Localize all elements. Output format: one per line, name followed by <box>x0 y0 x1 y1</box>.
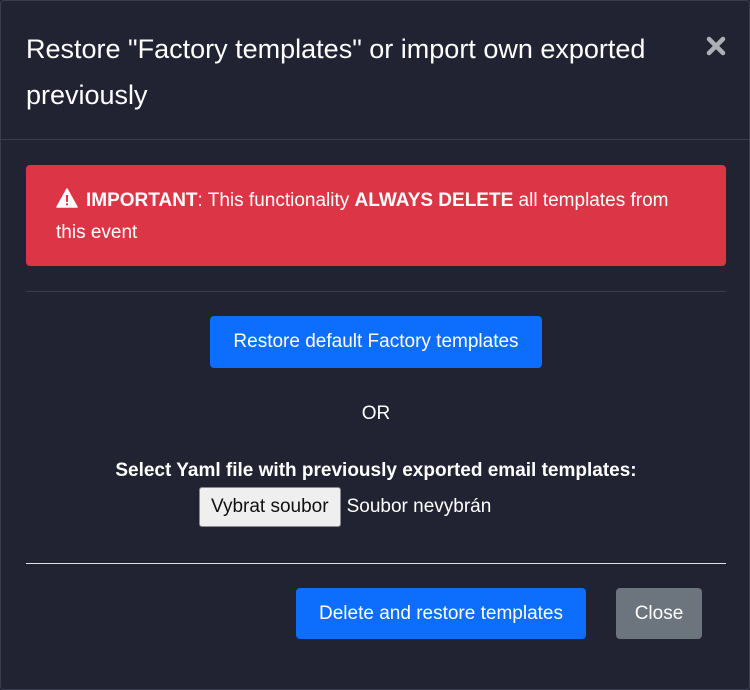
choose-file-button[interactable]: Vybrat soubor <box>199 487 341 527</box>
close-button[interactable]: Close <box>616 588 702 639</box>
section-divider <box>26 291 726 292</box>
important-label: IMPORTANT <box>86 190 198 211</box>
alert-emphasis: ALWAYS DELETE <box>354 190 514 211</box>
close-x-icon[interactable] <box>701 31 731 61</box>
footer-divider <box>26 563 726 564</box>
modal-header: Restore "Factory templates" or import ow… <box>1 1 749 140</box>
delete-and-restore-templates-button[interactable]: Delete and restore templates <box>296 588 586 639</box>
restore-default-factory-templates-button[interactable]: Restore default Factory templates <box>210 316 542 368</box>
or-separator-text: OR <box>361 403 391 424</box>
modal-title: Restore "Factory templates" or import ow… <box>26 34 646 110</box>
alert-text-1: : This functionality <box>197 190 355 211</box>
restore-templates-modal: Restore "Factory templates" or import ow… <box>0 0 750 690</box>
important-alert: IMPORTANT: This functionality ALWAYS DEL… <box>26 165 726 266</box>
warning-triangle-icon <box>56 187 78 208</box>
file-input[interactable]: Vybrat soubor Soubor nevybrán <box>199 487 491 527</box>
file-status-text: Soubor nevybrán <box>346 496 492 517</box>
file-upload-label: Select Yaml file with previously exporte… <box>115 460 637 481</box>
